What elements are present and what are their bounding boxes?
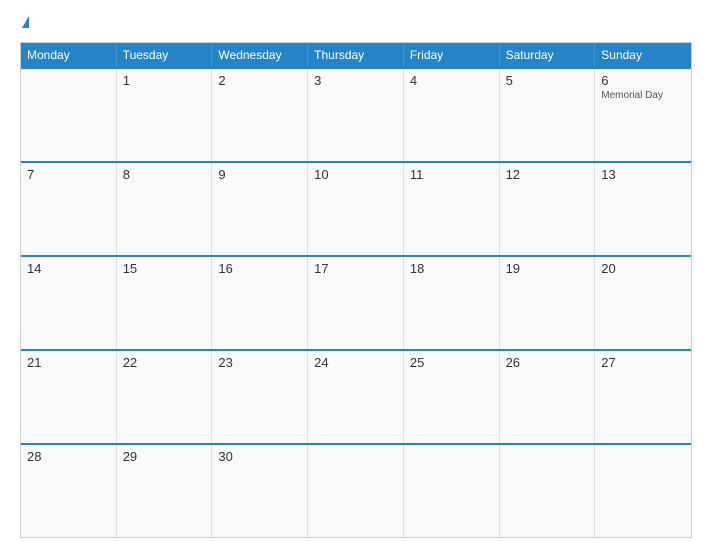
calendar-cell: 15	[117, 257, 213, 349]
day-number: 26	[506, 355, 589, 370]
calendar-cell: 17	[308, 257, 404, 349]
day-number: 23	[218, 355, 301, 370]
holiday-label: Memorial Day	[601, 90, 685, 101]
day-number: 30	[218, 449, 301, 464]
day-number: 9	[218, 167, 301, 182]
calendar-cell: 25	[404, 351, 500, 443]
calendar-cell: 26	[500, 351, 596, 443]
calendar-cell	[500, 445, 596, 537]
day-number: 18	[410, 261, 493, 276]
logo	[20, 18, 29, 30]
calendar-week-row: 123456 Memorial Day	[21, 67, 691, 161]
day-number: 1	[123, 73, 206, 88]
weekday-header-cell: Monday	[21, 43, 117, 67]
day-number: 5	[506, 73, 589, 88]
weekday-header-cell: Thursday	[308, 43, 404, 67]
calendar-cell: 2	[212, 69, 308, 161]
day-number: 20	[601, 261, 685, 276]
day-number: 14	[27, 261, 110, 276]
day-number: 3	[314, 73, 397, 88]
day-number: 22	[123, 355, 206, 370]
calendar-cell: 6 Memorial Day	[595, 69, 691, 161]
day-number: 15	[123, 261, 206, 276]
calendar-cell: 4	[404, 69, 500, 161]
weekday-header-cell: Wednesday	[212, 43, 308, 67]
day-number: 25	[410, 355, 493, 370]
day-number: 19	[506, 261, 589, 276]
calendar-cell: 9	[212, 163, 308, 255]
day-number: 6	[601, 73, 685, 88]
day-number: 10	[314, 167, 397, 182]
calendar-cell: 24	[308, 351, 404, 443]
calendar-cell: 27	[595, 351, 691, 443]
day-number: 12	[506, 167, 589, 182]
day-number: 21	[27, 355, 110, 370]
calendar-cell	[404, 445, 500, 537]
calendar-cell	[595, 445, 691, 537]
day-number: 4	[410, 73, 493, 88]
day-number: 17	[314, 261, 397, 276]
calendar-cell: 20	[595, 257, 691, 349]
weekday-header-cell: Saturday	[500, 43, 596, 67]
calendar-cell: 1	[117, 69, 213, 161]
calendar-grid: MondayTuesdayWednesdayThursdayFridaySatu…	[20, 42, 692, 538]
weekday-header-cell: Tuesday	[117, 43, 213, 67]
calendar-cell: 16	[212, 257, 308, 349]
calendar-page: MondayTuesdayWednesdayThursdayFridaySatu…	[0, 0, 712, 550]
calendar-cell: 13	[595, 163, 691, 255]
calendar-cell: 29	[117, 445, 213, 537]
day-number: 24	[314, 355, 397, 370]
weekday-header-row: MondayTuesdayWednesdayThursdayFridaySatu…	[21, 43, 691, 67]
calendar-cell: 8	[117, 163, 213, 255]
page-header	[20, 18, 692, 30]
calendar-cell: 18	[404, 257, 500, 349]
calendar-week-row: 28 29 30	[21, 443, 691, 537]
day-number: 27	[601, 355, 685, 370]
calendar-week-row: 21 22 23 24 25 26 27	[21, 349, 691, 443]
calendar-cell: 7	[21, 163, 117, 255]
calendar-cell: 19	[500, 257, 596, 349]
calendar-cell: 28	[21, 445, 117, 537]
calendar-cell: 14	[21, 257, 117, 349]
calendar-cell: 30	[212, 445, 308, 537]
day-number: 16	[218, 261, 301, 276]
calendar-cell: 5	[500, 69, 596, 161]
calendar-cell: 11	[404, 163, 500, 255]
weekday-header-cell: Sunday	[595, 43, 691, 67]
calendar-cell: 12	[500, 163, 596, 255]
calendar-body: 123456Memorial Day7891011121314151617181…	[21, 67, 691, 537]
logo-flag-icon	[22, 16, 29, 28]
calendar-cell: 10	[308, 163, 404, 255]
calendar-week-row: 789 10 11 12 13	[21, 161, 691, 255]
day-number: 7	[27, 167, 110, 182]
day-number: 8	[123, 167, 206, 182]
calendar-cell	[308, 445, 404, 537]
weekday-header-cell: Friday	[404, 43, 500, 67]
day-number: 29	[123, 449, 206, 464]
calendar-cell: 21	[21, 351, 117, 443]
calendar-week-row: 14 15 16 17 18 19 20	[21, 255, 691, 349]
calendar-cell: 22	[117, 351, 213, 443]
day-number: 13	[601, 167, 685, 182]
calendar-cell: 23	[212, 351, 308, 443]
day-number: 11	[410, 167, 493, 182]
calendar-cell: 3	[308, 69, 404, 161]
day-number: 28	[27, 449, 110, 464]
calendar-cell	[21, 69, 117, 161]
day-number: 2	[218, 73, 301, 88]
